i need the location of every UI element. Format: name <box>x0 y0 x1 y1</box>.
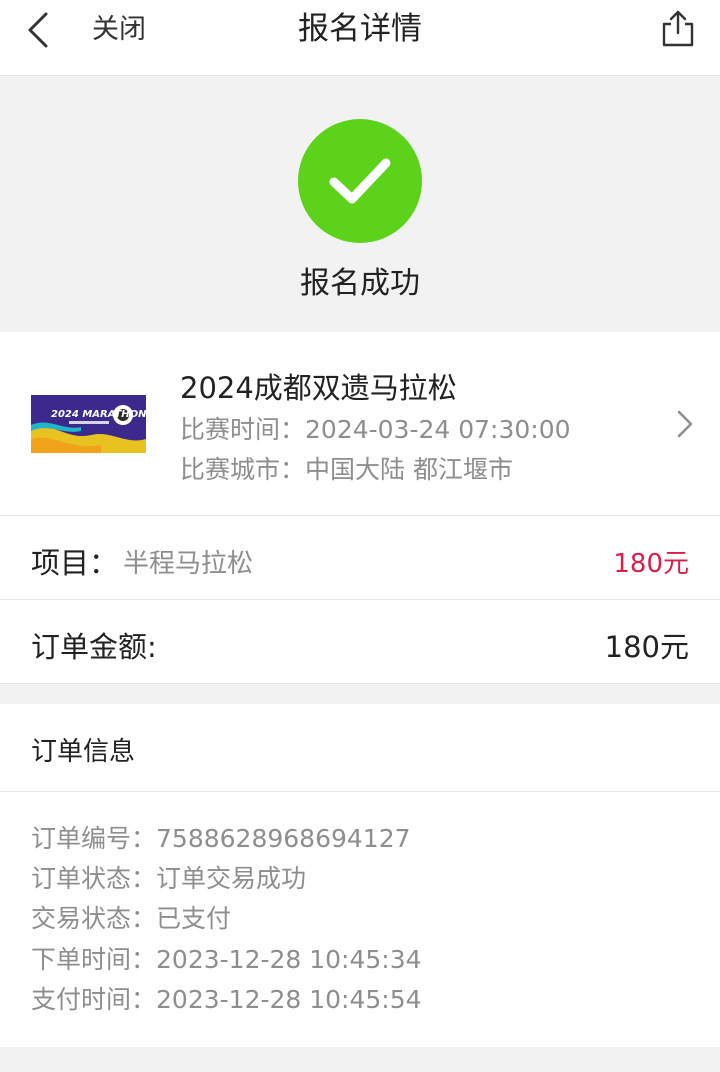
event-banner-image: 2024 MARATHON <box>31 395 146 453</box>
order-info-title: 订单信息 <box>31 737 136 767</box>
event-city: 比赛城市：中国大陆 都江堰市 <box>180 450 513 486</box>
event-city-label: 比赛城市： <box>180 455 306 484</box>
nav-bar: 关闭 报名详情 <box>0 0 720 76</box>
order-number: 7588628968694127 <box>156 824 411 853</box>
order-status: 订单交易成功 <box>156 864 307 893</box>
order-number-row: 订单编号：7588628968694127 <box>31 819 411 855</box>
trade-status-row: 交易状态：已支付 <box>31 899 231 935</box>
order-info-header: 订单信息 <box>0 704 720 792</box>
order-amount-label: 订单金额: <box>31 630 157 664</box>
item-row: 项目： 半程马拉松 180元 <box>0 516 720 600</box>
order-time: 2023-12-28 10:45:34 <box>156 945 422 974</box>
pay-time: 2023-12-28 10:45:54 <box>156 985 422 1014</box>
order-status-row: 订单状态：订单交易成功 <box>31 859 306 895</box>
info-label: 支付时间： <box>31 985 157 1014</box>
event-time-label: 比赛时间： <box>180 415 306 444</box>
event-title: 2024成都双遗马拉松 <box>180 371 457 405</box>
item-label: 项目： <box>31 546 119 580</box>
info-label: 订单编号： <box>31 824 157 853</box>
close-button[interactable]: 关闭 <box>92 10 146 50</box>
share-icon[interactable] <box>658 6 698 50</box>
trade-status: 已支付 <box>156 904 232 933</box>
check-circle-icon <box>298 119 422 243</box>
info-label: 交易状态： <box>31 904 157 933</box>
pay-time-row: 支付时间：2023-12-28 10:45:54 <box>31 980 422 1016</box>
chevron-right-icon[interactable] <box>674 407 696 441</box>
event-banner-text: 2024 MARATHON <box>51 409 146 420</box>
item-name: 半程马拉松 <box>123 549 254 579</box>
order-info-list: 订单编号：7588628968694127 订单状态：订单交易成功 交易状态：已… <box>0 792 720 1047</box>
event-city-value: 中国大陆 都江堰市 <box>305 455 513 484</box>
success-text: 报名成功 <box>300 266 420 301</box>
info-label: 下单时间： <box>31 945 157 974</box>
success-banner: 报名成功 <box>0 76 720 332</box>
item-price: 180元 <box>613 549 689 579</box>
event-card[interactable]: 2024 MARATHON 2024成都双遗马拉松 比赛时间：2024-03-2… <box>0 332 720 516</box>
event-time-value: 2024-03-24 07:30:00 <box>305 415 571 444</box>
event-time: 比赛时间：2024-03-24 07:30:00 <box>180 410 571 446</box>
info-label: 订单状态： <box>31 864 157 893</box>
order-time-row: 下单时间：2023-12-28 10:45:34 <box>31 940 422 976</box>
back-arrow-icon[interactable] <box>18 8 62 52</box>
order-amount-row: 订单金额: 180元 <box>0 600 720 684</box>
section-divider <box>0 684 720 704</box>
order-amount-value: 180元 <box>604 630 689 664</box>
